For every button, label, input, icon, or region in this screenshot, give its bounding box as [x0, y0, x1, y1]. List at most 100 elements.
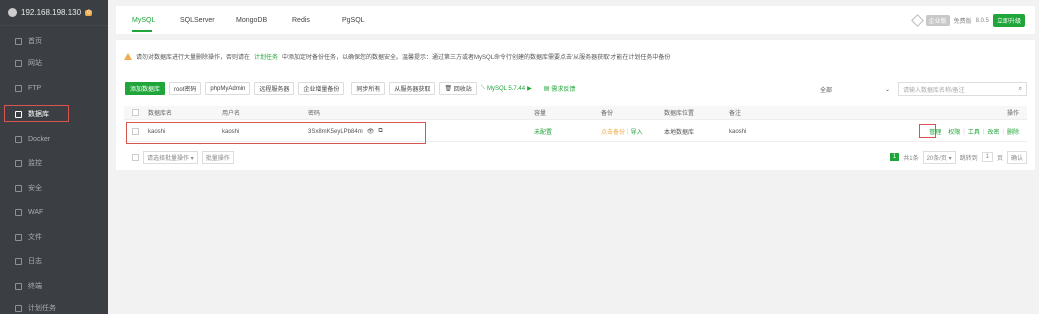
- sidebar-item-website[interactable]: 网站: [0, 55, 108, 71]
- tab-redis[interactable]: Redis: [292, 6, 310, 34]
- db-location: 本地数据库: [664, 130, 695, 136]
- import-link[interactable]: 导入: [631, 127, 643, 136]
- clock-icon: [15, 304, 22, 312]
- delete-link[interactable]: 删除: [1007, 127, 1019, 136]
- goto-input[interactable]: 1: [981, 152, 993, 162]
- tab-pgsql[interactable]: PgSQL: [342, 6, 365, 34]
- log-icon: [15, 257, 22, 265]
- filter-select-value: 全部: [820, 87, 833, 94]
- table-footer: 请选择批量操作 ▾ 批量操作 1 共1条 20条/页 ▾ 跳转到 1 页 确认: [124, 150, 1027, 164]
- warning-text-rest: 中添加定时备份任务，以确保您的数据安全。温馨提示：通过第三方或者MySQL命令行…: [282, 55, 671, 61]
- filter-select[interactable]: 全部 ⌄: [816, 83, 894, 95]
- page-current[interactable]: 1: [889, 153, 900, 161]
- highlight-box-database: [4, 105, 69, 122]
- phpmyadmin-button[interactable]: phpMyAdmin: [205, 82, 251, 95]
- batch-exec-button[interactable]: 批量操作: [201, 150, 234, 164]
- total-count: 共1条: [903, 155, 919, 162]
- sidebar-item-home[interactable]: 首页: [0, 33, 108, 49]
- server-ip: 192.168.198.130: [21, 8, 82, 17]
- diamond-icon: [910, 14, 924, 27]
- col-username[interactable]: 用户名: [222, 106, 240, 119]
- sidebar-item-logs[interactable]: 日志: [0, 253, 108, 269]
- permission-link[interactable]: 权限: [948, 127, 960, 136]
- sidebar-item-monitor[interactable]: 监控: [0, 155, 108, 171]
- root-password-button[interactable]: root密码: [169, 82, 202, 95]
- tools-link[interactable]: 工具: [968, 127, 980, 136]
- version-number: 8.0.5: [975, 17, 989, 24]
- trash-icon: 🗑: [444, 86, 453, 92]
- home-icon: [15, 37, 22, 45]
- feedback-link[interactable]: ▤ 需求反馈: [544, 84, 576, 93]
- server-header[interactable]: 192.168.198.130 0: [0, 0, 108, 26]
- sidebar-item-docker[interactable]: Docker: [0, 131, 108, 147]
- backup-actions: 点击备份 | 导入: [601, 122, 643, 141]
- divider: |: [1002, 128, 1004, 135]
- globe-icon: [15, 59, 22, 67]
- cron-link[interactable]: 计划任务: [254, 52, 278, 61]
- incremental-backup-button[interactable]: 企业增量备份: [298, 82, 345, 95]
- warning-text: 请勿对数据库进行大量删除操作，否则请在: [136, 55, 251, 61]
- sidebar-item-waf[interactable]: WAF: [0, 204, 108, 220]
- tab-sqlserver[interactable]: SQLServer: [180, 6, 215, 34]
- server-icon: [8, 8, 17, 17]
- capacity-value[interactable]: 未配置: [534, 122, 552, 141]
- enterprise-badge[interactable]: 企业版: [925, 15, 950, 26]
- per-page-select[interactable]: 20条/页 ▾: [922, 150, 956, 164]
- highlight-box-row: [126, 122, 426, 144]
- change-password-link[interactable]: 改密: [987, 127, 999, 136]
- sidebar-item-label: WAF: [28, 208, 44, 216]
- sidebar-item-cron[interactable]: 计划任务: [0, 300, 108, 314]
- db-type-tabs: MySQL SQLServer MongoDB Redis PgSQL 企业版 …: [116, 6, 1035, 34]
- table-header: 数据库名 用户名 密码 容量 备份 数据库位置 备注 操作: [124, 106, 1027, 120]
- play-icon: ▶: [527, 86, 532, 92]
- sidebar-item-security[interactable]: 安全: [0, 180, 108, 196]
- monitor-icon: [15, 159, 22, 167]
- sidebar-item-label: 终端: [28, 283, 42, 290]
- recycle-label: 回收站: [453, 87, 472, 93]
- batch-select-label: 请选择批量操作: [147, 155, 190, 162]
- upgrade-button[interactable]: 立即升级: [992, 14, 1025, 27]
- search-icon[interactable]: ⌕: [1019, 86, 1022, 93]
- sidebar-item-label: 网站: [28, 60, 42, 67]
- batch-select[interactable]: 请选择批量操作 ▾: [143, 150, 198, 164]
- sidebar-item-label: 计划任务: [28, 305, 56, 312]
- sidebar-item-ftp[interactable]: FTP: [0, 80, 108, 96]
- sidebar-item-terminal[interactable]: 终端: [0, 278, 108, 294]
- tab-mongodb[interactable]: MongoDB: [236, 6, 267, 34]
- folder-icon: [15, 233, 22, 241]
- divider: |: [627, 128, 629, 135]
- remote-server-button[interactable]: 远程服务器: [254, 82, 295, 95]
- search-placeholder: 请输入数据库名称/备注: [903, 87, 965, 94]
- page-unit: 页: [996, 155, 1003, 162]
- feedback-label: 需求反馈: [551, 87, 576, 93]
- chevron-down-icon: ⌄: [884, 86, 890, 93]
- batch-controls: 请选择批量操作 ▾ 批量操作: [132, 150, 234, 164]
- terminal-icon: [15, 282, 22, 290]
- db-note[interactable]: kaoshi: [729, 122, 746, 141]
- database-panel: 请勿对数据库进行大量删除操作，否则请在 计划任务 中添加定时备份任务，以确保您的数据…: [116, 40, 1035, 170]
- sidebar-item-label: Docker: [28, 135, 51, 143]
- select-all-checkbox[interactable]: [132, 106, 139, 119]
- search-input[interactable]: 请输入数据库名称/备注 ⌕: [898, 82, 1027, 96]
- col-dbname[interactable]: 数据库名: [148, 106, 172, 119]
- mysql-version-label: MySQL 5.7.44: [486, 85, 526, 92]
- highlight-box-manage: [919, 124, 936, 138]
- col-ops: 操作: [1006, 111, 1019, 117]
- warning-banner: 请勿对数据库进行大量删除操作，否则请在 计划任务 中添加定时备份任务，以确保您的数据…: [124, 52, 670, 61]
- footer-checkbox[interactable]: [132, 153, 139, 161]
- sync-all-button[interactable]: 同步所有: [351, 82, 386, 95]
- backup-link[interactable]: 点击备份: [601, 127, 625, 136]
- notification-badge[interactable]: 0: [85, 9, 93, 16]
- active-tab-indicator: [132, 30, 152, 32]
- get-from-server-button[interactable]: 从服务器获取: [389, 82, 436, 95]
- divider: |: [963, 128, 965, 135]
- add-database-button[interactable]: 添加数据库: [125, 82, 166, 95]
- sidebar-item-files[interactable]: 文件: [0, 229, 108, 245]
- mysql-version[interactable]: ⟍ MySQL 5.7.44 ▶: [481, 85, 532, 92]
- row-operations: 管理 权限 | 工具 | 改密 | 删除: [929, 122, 1019, 141]
- sidebar: 192.168.198.130 0 首页 网站 FTP 数据库 Docker 监…: [0, 0, 108, 314]
- recycle-bin-button[interactable]: 🗑 回收站: [439, 82, 477, 95]
- per-page-label: 20条/页: [926, 155, 947, 162]
- checkbox[interactable]: [132, 109, 139, 116]
- confirm-button[interactable]: 确认: [1006, 150, 1027, 164]
